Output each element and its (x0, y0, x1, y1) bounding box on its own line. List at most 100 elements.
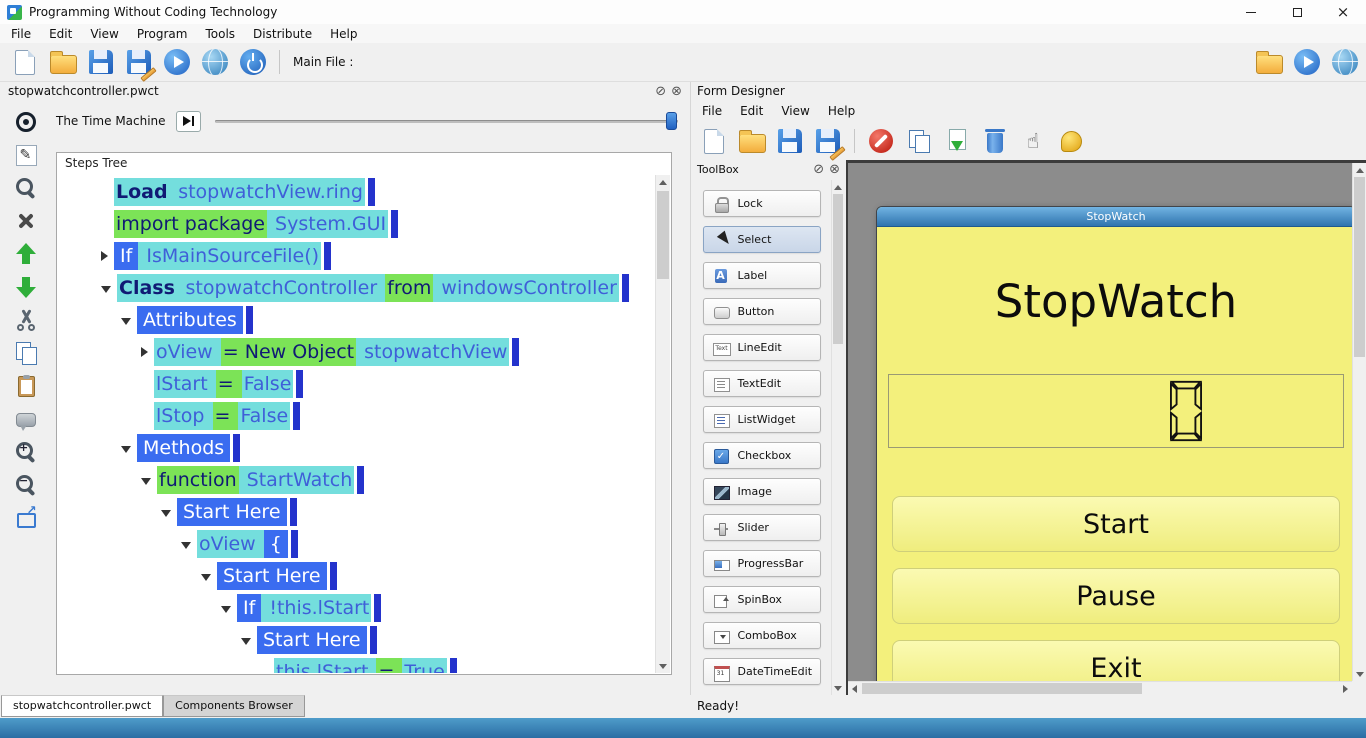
save-file-as-button[interactable] (120, 45, 158, 79)
paste-button[interactable] (11, 374, 41, 398)
form-area-vertical-scrollbar[interactable] (1352, 163, 1366, 681)
comment-button[interactable] (11, 407, 41, 431)
tree-row[interactable]: Methods (59, 434, 654, 462)
toolbox-item-lineedit[interactable]: LineEdit (703, 334, 821, 361)
expand-arrow-icon[interactable] (221, 606, 231, 613)
toolbox-item-label[interactable]: Label (703, 262, 821, 289)
tree-row[interactable]: Start Here (59, 626, 654, 654)
expand-arrow-icon[interactable] (161, 510, 171, 517)
interact-button[interactable] (11, 110, 41, 134)
select-mode-button[interactable]: ☝ (1014, 124, 1052, 158)
menu-item-view[interactable]: View (81, 25, 127, 43)
menu-item-tools[interactable]: Tools (196, 25, 244, 43)
toolbox-item-lock[interactable]: Lock (703, 190, 821, 217)
scroll-up-arrow[interactable] (656, 175, 670, 189)
zoom-out-button[interactable]: − (11, 473, 41, 497)
tree-row[interactable]: Start Here (59, 562, 654, 590)
edit-step-button[interactable] (11, 143, 41, 167)
new-form-button[interactable] (695, 124, 733, 158)
form-titlebar[interactable]: StopWatch (877, 207, 1355, 227)
expand-arrow-icon[interactable] (241, 638, 251, 645)
close-window-icon[interactable]: ⊗ (671, 85, 682, 98)
expand-arrow-icon[interactable] (201, 574, 211, 581)
fd-menu-item-help[interactable]: Help (819, 102, 864, 120)
form-heading-label[interactable]: StopWatch (877, 275, 1355, 328)
scroll-down-arrow[interactable] (1353, 667, 1366, 681)
expand-arrow-icon[interactable] (101, 286, 111, 293)
tree-row[interactable]: If !this.lStart (59, 594, 654, 622)
scroll-up-arrow[interactable] (1353, 163, 1366, 177)
form-button-start[interactable]: Start (892, 496, 1340, 552)
toolbox-item-spinbox[interactable]: SpinBox (703, 586, 821, 613)
toolbox-item-image[interactable]: Image (703, 478, 821, 505)
expand-arrow-icon[interactable] (141, 347, 148, 357)
scroll-thumb[interactable] (862, 683, 1142, 694)
run-button[interactable] (158, 45, 196, 79)
tree-row[interactable]: lStop = False (59, 402, 654, 430)
run-main-file-button[interactable] (1288, 45, 1326, 79)
scroll-down-arrow[interactable] (656, 659, 670, 673)
save-form-button[interactable] (771, 124, 809, 158)
cut-button[interactable] (11, 308, 41, 332)
time-machine-slider[interactable] (215, 111, 678, 131)
copy-control-button[interactable] (900, 124, 938, 158)
bottom-tab-stopwatchcontroller-pwct[interactable]: stopwatchcontroller.pwct (1, 695, 163, 717)
float-window-icon[interactable]: ⊘ (655, 85, 666, 98)
form-preview-window[interactable]: StopWatch StopWatch StartPauseExit (876, 206, 1356, 695)
toolbox-item-select[interactable]: Select (703, 226, 821, 253)
toolbox-item-combobox[interactable]: ComboBox (703, 622, 821, 649)
tree-row[interactable]: Class stopwatchController from windowsCo… (59, 274, 654, 302)
toolbox-item-button[interactable]: Button (703, 298, 821, 325)
expand-arrow-icon[interactable] (181, 542, 191, 549)
toolbox-item-textedit[interactable]: TextEdit (703, 370, 821, 397)
run-gui-main-file-button[interactable] (1326, 45, 1364, 79)
toolbox-item-progressbar[interactable]: ProgressBar (703, 550, 821, 577)
detach-button[interactable] (11, 506, 41, 530)
toolbox-item-checkbox[interactable]: Checkbox (703, 442, 821, 469)
tree-row[interactable]: import package System.GUI (59, 210, 654, 238)
menu-item-distribute[interactable]: Distribute (244, 25, 321, 43)
save-file-button[interactable] (82, 45, 120, 79)
move-up-button[interactable] (11, 242, 41, 266)
open-form-button[interactable] (733, 124, 771, 158)
steps-tree-scrollbar[interactable] (655, 175, 670, 673)
menu-item-help[interactable]: Help (321, 25, 366, 43)
close-window-icon[interactable]: ⊗ (829, 163, 840, 176)
menu-item-edit[interactable]: Edit (40, 25, 81, 43)
lcd-number-widget[interactable] (888, 374, 1344, 448)
maximize-button[interactable] (1274, 0, 1320, 24)
tree-row[interactable]: lStart = False (59, 370, 654, 398)
scroll-right-arrow[interactable] (1338, 682, 1352, 695)
scroll-down-arrow[interactable] (832, 681, 844, 695)
move-down-button[interactable] (11, 275, 41, 299)
tree-row[interactable]: Attributes (59, 306, 654, 334)
scroll-left-arrow[interactable] (848, 682, 862, 695)
scroll-thumb[interactable] (1354, 177, 1365, 357)
save-form-as-button[interactable] (809, 124, 847, 158)
tree-row[interactable]: If IsMainSourceFile() (59, 242, 654, 270)
fd-menu-item-file[interactable]: File (693, 102, 731, 120)
delete-control-button[interactable] (976, 124, 1014, 158)
expand-arrow-icon[interactable] (101, 251, 108, 261)
open-file-button[interactable] (44, 45, 82, 79)
tree-row[interactable]: Load stopwatchView.ring (59, 178, 654, 206)
fd-menu-item-edit[interactable]: Edit (731, 102, 772, 120)
toolbox-item-listwidget[interactable]: ListWidget (703, 406, 821, 433)
zoom-in-button[interactable]: + (11, 440, 41, 464)
properties-button[interactable] (1052, 124, 1090, 158)
run-gui-button[interactable] (196, 45, 234, 79)
time-machine-play-button[interactable] (176, 111, 201, 132)
shutdown-button[interactable] (234, 45, 272, 79)
tree-row[interactable]: this.lStart = True (59, 658, 654, 673)
expand-arrow-icon[interactable] (121, 318, 131, 325)
search-button[interactable] (11, 176, 41, 200)
scroll-thumb[interactable] (657, 191, 669, 279)
tree-row[interactable]: oView { (59, 530, 654, 558)
form-button-pause[interactable]: Pause (892, 568, 1340, 624)
tree-row[interactable]: oView = New Object stopwatchView (59, 338, 654, 366)
scroll-thumb[interactable] (833, 194, 843, 344)
close-button[interactable]: × (1320, 0, 1366, 24)
fd-menu-item-view[interactable]: View (772, 102, 818, 120)
menu-item-program[interactable]: Program (128, 25, 197, 43)
delete-step-button[interactable] (11, 209, 41, 233)
